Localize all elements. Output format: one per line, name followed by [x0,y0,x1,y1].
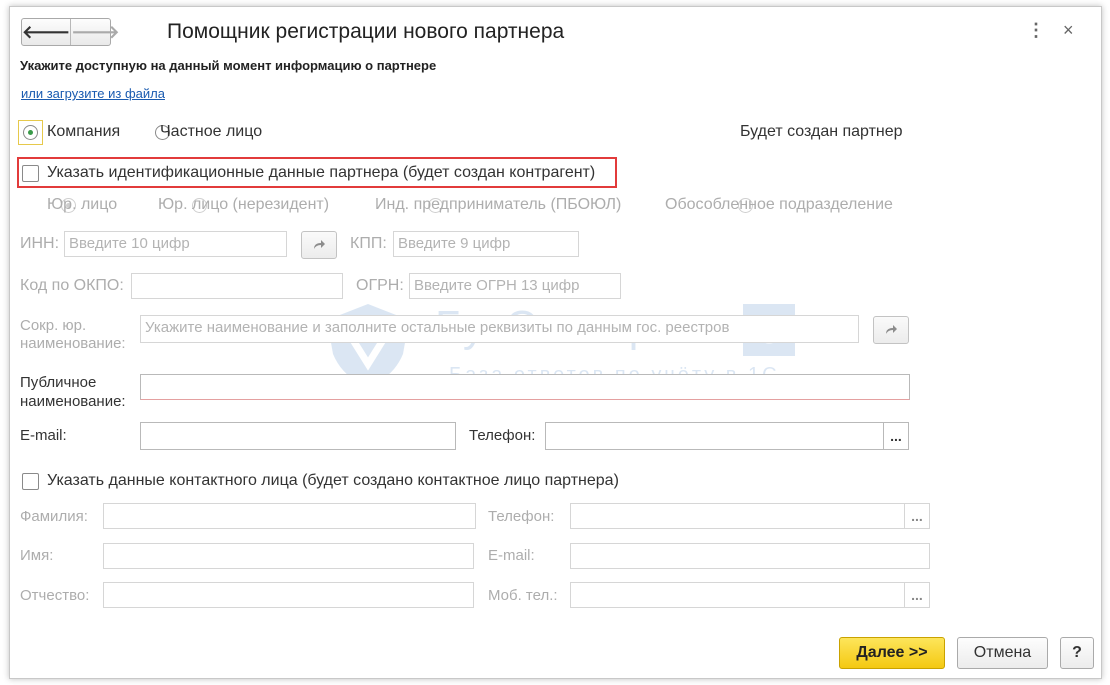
contact-phone-label: Телефон: [488,508,555,525]
contact-person-checkbox[interactable] [22,473,39,490]
next-button[interactable]: Далее >> [839,637,945,669]
fill-arrow-icon [886,325,897,334]
radio-nonresident-label[interactable]: Юр. лицо (нерезидент) [158,196,329,214]
ident-data-checkbox[interactable] [22,165,39,182]
radio-private-label[interactable]: Частное лицо [160,123,262,141]
inn-label: ИНН: [20,235,60,252]
patronymic-label: Отчество: [20,587,90,604]
mobile-input[interactable] [570,582,906,608]
contact-email-input[interactable] [570,543,930,569]
radio-branch-label[interactable]: Обособленное подразделение [665,196,893,214]
public-name-input[interactable] [140,374,910,400]
ogrn-label: ОГРН: [356,277,404,294]
contact-person-label[interactable]: Указать данные контактного лица (будет с… [47,472,619,490]
patronymic-input[interactable] [103,582,474,608]
surname-label: Фамилия: [20,508,88,525]
okpo-label: Код по ОКПО: [20,277,124,294]
phone-label: Телефон: [469,427,536,444]
back-arrow-icon[interactable]: 🡐 [22,19,72,45]
radio-legal-entity-label[interactable]: Юр. лицо [47,196,117,214]
radio-company[interactable] [23,125,38,140]
phone-input[interactable] [545,422,884,450]
dialog-title: Помощник регистрации нового партнера [167,20,565,43]
kpp-input[interactable]: Введите 9 цифр [393,231,579,257]
ogrn-input[interactable]: Введите ОГРН 13 цифр [409,273,621,299]
short-name-label-1: Сокр. юр. [20,317,87,334]
short-name-label-2: наименование: [20,335,126,352]
fill-by-inn-button[interactable] [301,231,337,259]
mobile-select-button[interactable]: ... [904,582,930,608]
fill-arrow-icon [314,240,325,249]
nav-buttons: 🡐 🡒 [21,18,120,46]
help-button[interactable]: ? [1060,637,1094,669]
kpp-label: КПП: [350,235,387,252]
more-menu-icon[interactable]: ⋮ [1027,21,1045,39]
radio-company-label[interactable]: Компания [47,123,120,141]
close-icon[interactable]: × [1063,20,1074,41]
email-input[interactable] [140,422,456,450]
contact-phone-input[interactable] [570,503,906,529]
cancel-button[interactable]: Отмена [957,637,1048,669]
public-name-label-2: наименование: [20,393,126,410]
contact-phone-select-button[interactable]: ... [904,503,930,529]
inn-input[interactable]: Введите 10 цифр [64,231,287,257]
surname-input[interactable] [103,503,476,529]
forward-arrow-icon[interactable]: 🡒 [71,19,119,45]
radio-entrepreneur-label[interactable]: Инд. предприниматель (ПБОЮЛ) [375,196,621,214]
prompt-text: Укажите доступную на данный момент инфор… [20,58,437,73]
fill-by-name-button[interactable] [873,316,909,344]
dialog-window: 🡐 🡒 Помощник регистрации нового партнера… [9,6,1102,679]
phone-select-button[interactable]: ... [883,422,909,450]
email-label: E-mail: [20,427,67,444]
ident-data-label[interactable]: Указать идентификационные данные партнер… [47,164,595,182]
mobile-label: Моб. тел.: [488,587,558,604]
okpo-input[interactable] [131,273,343,299]
first-name-input[interactable] [103,543,474,569]
first-name-label: Имя: [20,547,54,564]
short-name-input[interactable]: Укажите наименование и заполните остальн… [140,315,859,343]
will-create-text: Будет создан партнер [740,123,903,140]
contact-email-label: E-mail: [488,547,535,564]
load-from-file-link[interactable]: или загрузите из файла [21,86,165,101]
public-name-label-1: Публичное [20,374,97,391]
